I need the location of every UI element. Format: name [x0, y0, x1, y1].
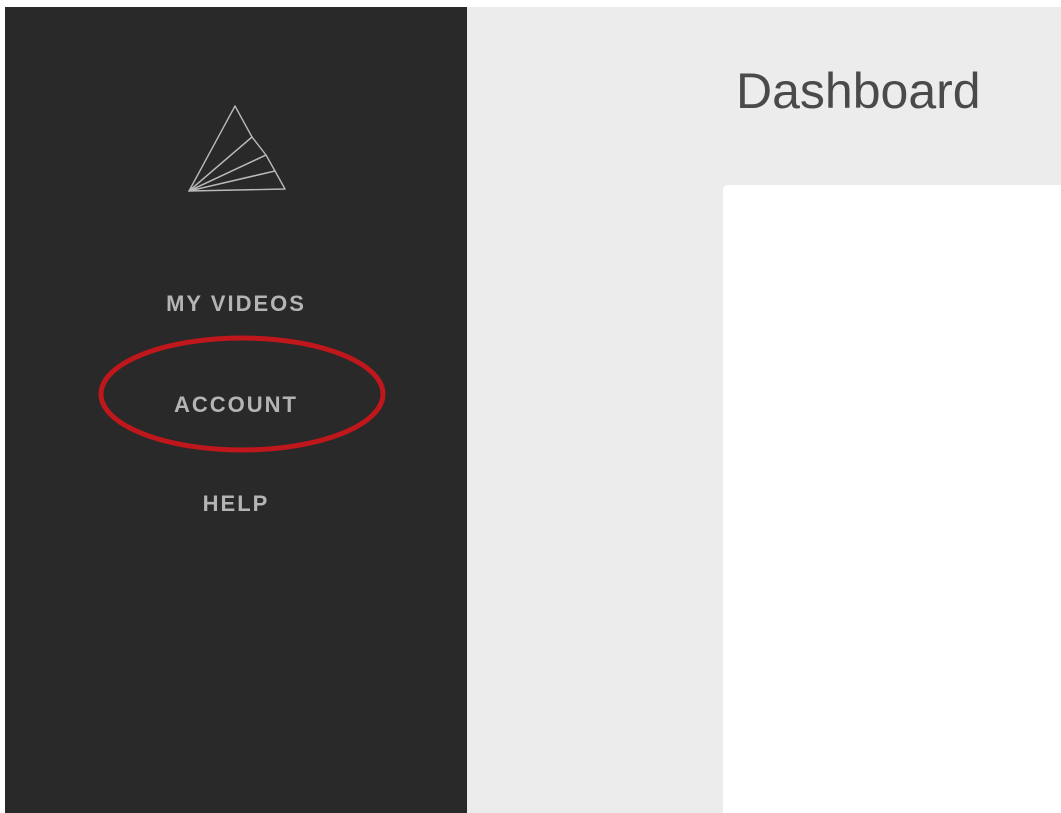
sidebar: MY VIDEOS ACCOUNT HELP	[5, 7, 467, 813]
paper-fan-logo-icon[interactable]	[181, 99, 291, 199]
content-panel	[723, 185, 1061, 813]
sidebar-item-account[interactable]: ACCOUNT	[5, 392, 467, 418]
main-area: Dashboard	[467, 7, 1061, 813]
sidebar-item-my-videos[interactable]: MY VIDEOS	[5, 291, 467, 317]
app-window: MY VIDEOS ACCOUNT HELP Dashboard	[0, 0, 1061, 813]
page-title: Dashboard	[736, 63, 981, 119]
sidebar-item-help[interactable]: HELP	[5, 491, 467, 517]
